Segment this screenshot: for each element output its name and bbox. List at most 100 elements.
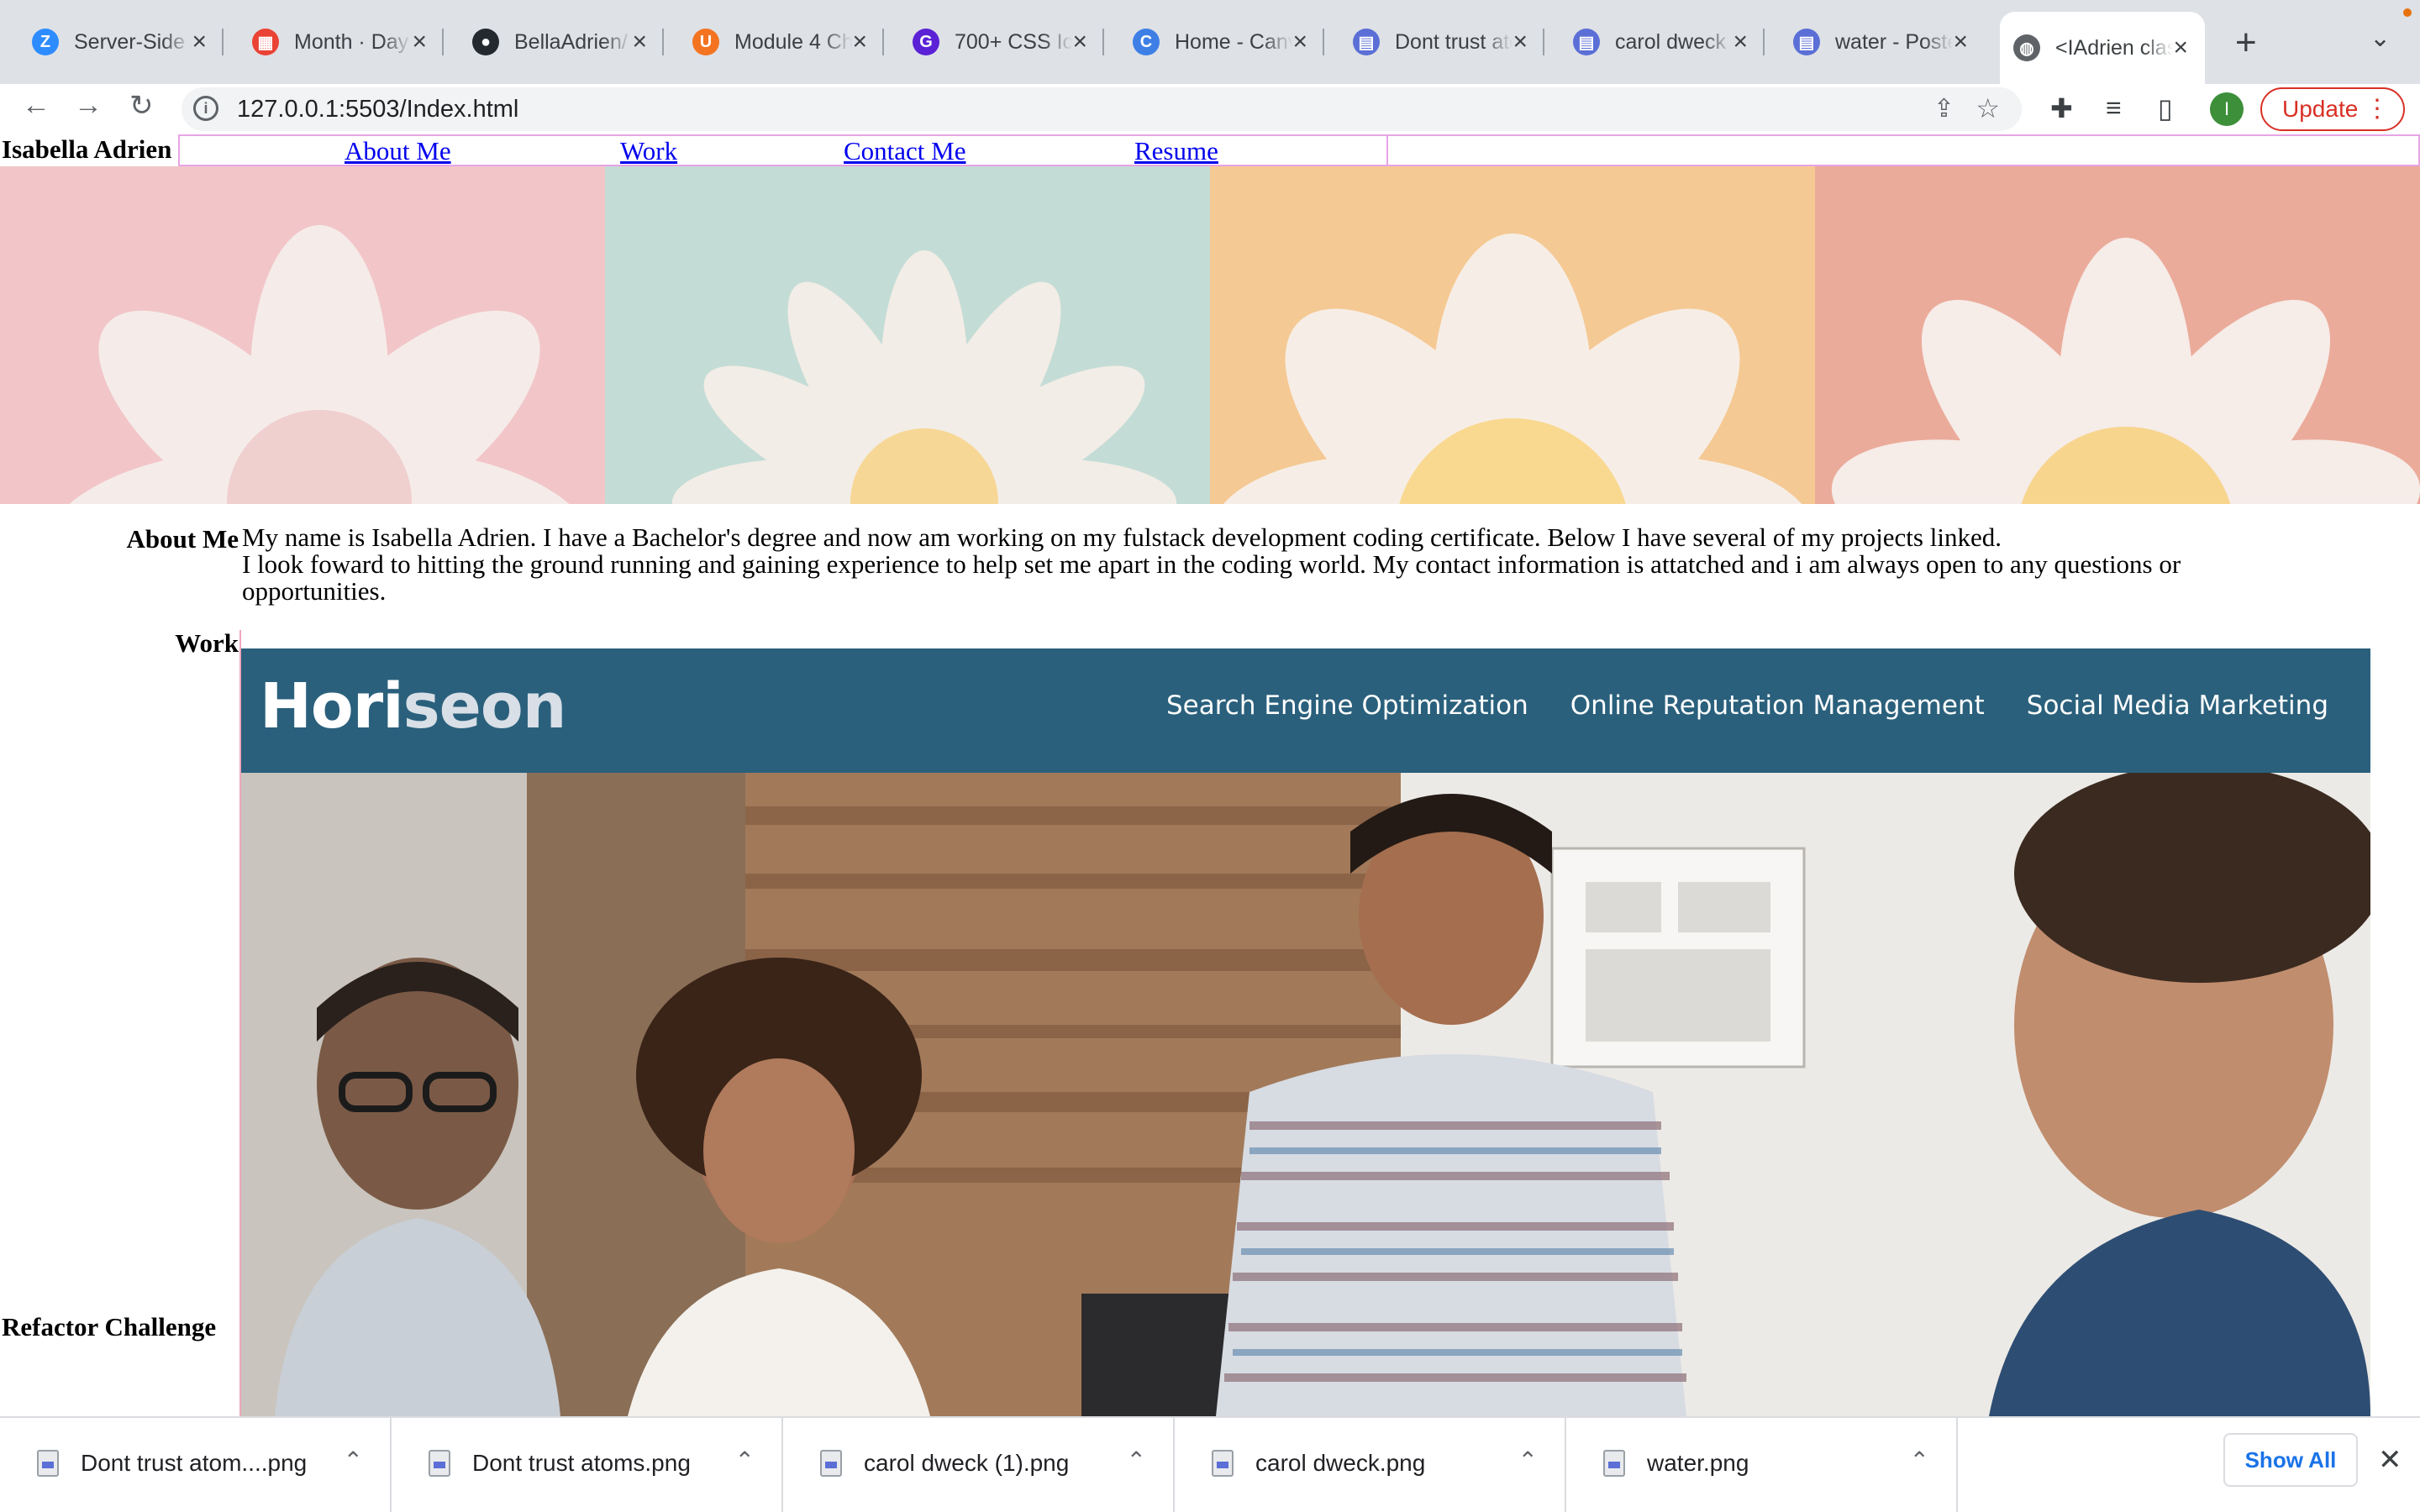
reload-icon[interactable]: ↻: [129, 89, 154, 123]
chevron-up-icon[interactable]: ⌃: [1910, 1446, 1929, 1474]
tab-title: Dont trust atoms: [1395, 29, 1512, 54]
side-panel-icon[interactable]: ▯: [2158, 92, 2173, 124]
chevron-up-icon[interactable]: ⌃: [735, 1446, 755, 1474]
tab-separator: [1763, 29, 1765, 55]
browser-tab[interactable]: ● BellaAdrien/×: [459, 17, 664, 67]
logo-part-1: Hori: [260, 670, 404, 743]
image-file-icon: [1603, 1450, 1625, 1477]
media-controls-icon[interactable]: ≡: [2106, 92, 2122, 123]
project-link-smm: Social Media Marketing: [2026, 690, 2328, 721]
calendar-icon: ▦: [252, 29, 279, 55]
download-item[interactable]: carol dweck.png ⌃: [1175, 1418, 1566, 1512]
browser-tab[interactable]: ▤ carol dweck ×: [1560, 17, 1765, 67]
image-file-icon: [37, 1450, 59, 1477]
address-bar[interactable]: i 127.0.0.1:5503/Index.html ⇪ ☆: [182, 87, 2022, 131]
nav-link-work[interactable]: Work: [620, 136, 677, 166]
site-name: Isabella Adrien: [2, 134, 172, 164]
close-tab-icon[interactable]: ×: [1953, 28, 1968, 56]
chevron-up-icon[interactable]: ⌃: [1127, 1446, 1146, 1474]
close-tab-icon[interactable]: ×: [852, 28, 867, 56]
image-file-icon: [820, 1450, 842, 1477]
project-card-horiseon[interactable]: Horiseon Search Engine Optimization Onli…: [241, 648, 2370, 1416]
page-viewport: Isabella Adrien About Me Work Contact Me…: [0, 134, 2420, 1416]
tab-title: water - Poster: [1835, 29, 1953, 54]
logo-part-2: seon: [402, 670, 567, 743]
download-item[interactable]: Dont trust atoms.png ⌃: [392, 1418, 783, 1512]
github-icon: ●: [472, 29, 499, 55]
hero-banner-image: [0, 166, 2420, 504]
url-text[interactable]: 127.0.0.1:5503/Index.html: [237, 96, 518, 123]
about-paragraph-1: My name is Isabella Adrien. I have a Bac…: [242, 522, 2002, 552]
download-filename: Dont trust atom....png: [81, 1450, 308, 1476]
tab-search-chevron-icon[interactable]: ⌄: [2370, 24, 2391, 53]
notification-dot: [2403, 8, 2412, 17]
project-screenshot-nav: Search Engine Optimization Online Reputa…: [1166, 690, 2328, 721]
project-link-seo: Search Engine Optimization: [1166, 690, 1528, 721]
back-icon[interactable]: ←: [22, 89, 50, 122]
download-item[interactable]: Dont trust atom....png ⌃: [0, 1418, 392, 1512]
bookmark-star-icon[interactable]: ☆: [1975, 92, 2000, 124]
close-tab-icon[interactable]: ×: [2173, 34, 2188, 62]
tab-separator: [1102, 29, 1104, 55]
extensions-puzzle-icon[interactable]: ✚: [2050, 92, 2073, 124]
profile-avatar[interactable]: I: [2210, 92, 2244, 126]
tab-separator: [882, 29, 884, 55]
browser-tab[interactable]: U Module 4 Challenge×: [679, 17, 884, 67]
tab-separator: [662, 29, 664, 55]
close-tab-icon[interactable]: ×: [1072, 28, 1087, 56]
project-link-orm: Online Reputation Management: [1570, 690, 1985, 721]
browser-tab[interactable]: ▤ Dont trust atoms×: [1339, 17, 1544, 67]
downloads-bar: Dont trust atom....png ⌃ Dont trust atoms.…: [0, 1416, 2420, 1512]
browser-tab[interactable]: G 700+ CSS Icons×: [899, 17, 1104, 67]
css-gg-icon: G: [913, 29, 939, 55]
download-filename: carol dweck (1).png: [864, 1450, 1070, 1476]
chevron-up-icon[interactable]: ⌃: [344, 1446, 363, 1474]
about-text: My name is Isabella Adrien. I have a Bac…: [242, 524, 2292, 605]
tab-title: <IAdrien class: [2055, 35, 2173, 60]
tab-title: Month · Day Calendar: [294, 29, 412, 54]
image-file-icon: [429, 1450, 450, 1477]
close-tab-icon[interactable]: ×: [1512, 28, 1528, 56]
download-filename: Dont trust atoms.png: [472, 1450, 691, 1476]
forward-icon[interactable]: →: [74, 89, 103, 122]
download-item[interactable]: carol dweck (1).png ⌃: [783, 1418, 1175, 1512]
nav-link-about[interactable]: About Me: [345, 136, 451, 166]
chevron-up-icon[interactable]: ⌃: [1518, 1446, 1538, 1474]
browser-tab[interactable]: ◍ <IAdrien class×: [2000, 12, 2205, 84]
site-info-icon[interactable]: i: [193, 96, 218, 121]
close-tab-icon[interactable]: ×: [632, 28, 647, 56]
new-tab-button[interactable]: +: [2235, 22, 2257, 64]
close-tab-icon[interactable]: ×: [1733, 28, 1748, 56]
browser-tab[interactable]: Z Server-Side APIs×: [18, 17, 224, 67]
image-file-icon: ▤: [1573, 29, 1600, 55]
project-caption[interactable]: Refactor Challenge: [2, 1312, 216, 1342]
close-tab-icon[interactable]: ×: [192, 28, 207, 56]
image-file-icon: ▤: [1353, 29, 1380, 55]
close-tab-icon[interactable]: ×: [412, 28, 427, 56]
horiseon-logo: Horiseon: [260, 670, 566, 743]
tab-title: Module 4 Challenge: [734, 29, 852, 54]
project-team-photo: [241, 773, 2370, 1416]
work-heading: Work: [175, 628, 239, 658]
nav-link-resume[interactable]: Resume: [1134, 136, 1218, 166]
tab-separator: [1543, 29, 1544, 55]
show-all-downloads-button[interactable]: Show All: [2223, 1433, 2358, 1487]
browser-tab[interactable]: ▤ water - Poster×: [1780, 17, 1985, 67]
canvas-icon: U: [692, 29, 719, 55]
share-icon[interactable]: ⇪: [1933, 94, 1954, 123]
header-outline: [1385, 134, 2420, 166]
update-button[interactable]: Update ⋮: [2260, 87, 2405, 131]
image-file-icon: [1212, 1450, 1234, 1477]
close-tab-icon[interactable]: ×: [1292, 28, 1307, 56]
close-downloads-icon[interactable]: ✕: [2378, 1443, 2402, 1477]
about-paragraph-2: I look foward to hitting the ground runn…: [242, 549, 2181, 606]
about-heading: About Me: [126, 524, 239, 554]
zoom-icon: Z: [32, 29, 59, 55]
nav-link-contact[interactable]: Contact Me: [844, 136, 966, 166]
menu-kebab-icon[interactable]: ⋮: [2365, 94, 2390, 123]
tab-title: Server-Side APIs: [74, 29, 192, 54]
download-item[interactable]: water.png ⌃: [1566, 1418, 1958, 1512]
tab-separator: [1323, 29, 1324, 55]
browser-tab[interactable]: C Home - Canva×: [1119, 17, 1324, 67]
browser-tab[interactable]: ▦ Month · Day Calendar×: [239, 17, 444, 67]
